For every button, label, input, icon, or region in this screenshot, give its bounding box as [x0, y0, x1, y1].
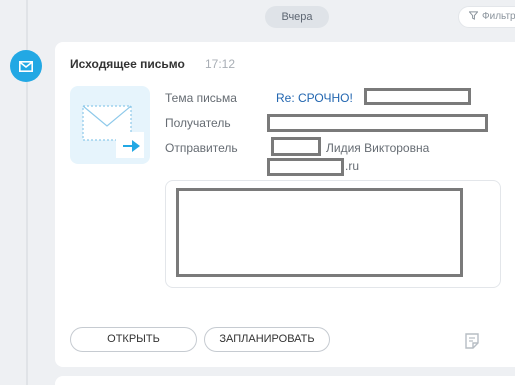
redacted-recipient	[267, 114, 488, 132]
activity-type-badge	[10, 50, 42, 82]
sender-name: Лидия Викторовна	[326, 141, 430, 155]
activity-time: 17:12	[205, 57, 236, 71]
next-activity-card	[55, 376, 515, 385]
recipient-label: Получатель	[165, 116, 231, 130]
schedule-button[interactable]: ЗАПЛАНИРОВАТЬ	[204, 327, 330, 352]
activity-title: Исходящее письмо	[70, 57, 185, 71]
subject-label: Тема письма	[165, 91, 237, 105]
outgoing-envelope-icon	[82, 105, 144, 158]
redacted-email-body	[176, 188, 463, 277]
sender-label: Отправитель	[165, 141, 238, 155]
filter-icon	[469, 11, 478, 20]
outgoing-email-thumbnail	[70, 86, 150, 164]
mail-icon	[19, 60, 33, 72]
filter-button[interactable]: Фильтр	[458, 6, 515, 28]
sender-domain: .ru	[345, 159, 360, 173]
activity-card: Исходящее письмо 17:12 Тема письма Re: С…	[55, 42, 515, 367]
note-icon[interactable]	[463, 332, 481, 350]
redacted-sender-surname	[271, 137, 321, 156]
subject-value[interactable]: Re: СРОЧНО!	[276, 91, 353, 105]
open-button[interactable]: ОТКРЫТЬ	[70, 327, 197, 352]
redacted-sender-email	[267, 158, 344, 176]
filter-label: Фильтр	[482, 11, 515, 22]
date-separator: Вчера	[265, 6, 329, 28]
redacted-subject	[364, 88, 471, 105]
